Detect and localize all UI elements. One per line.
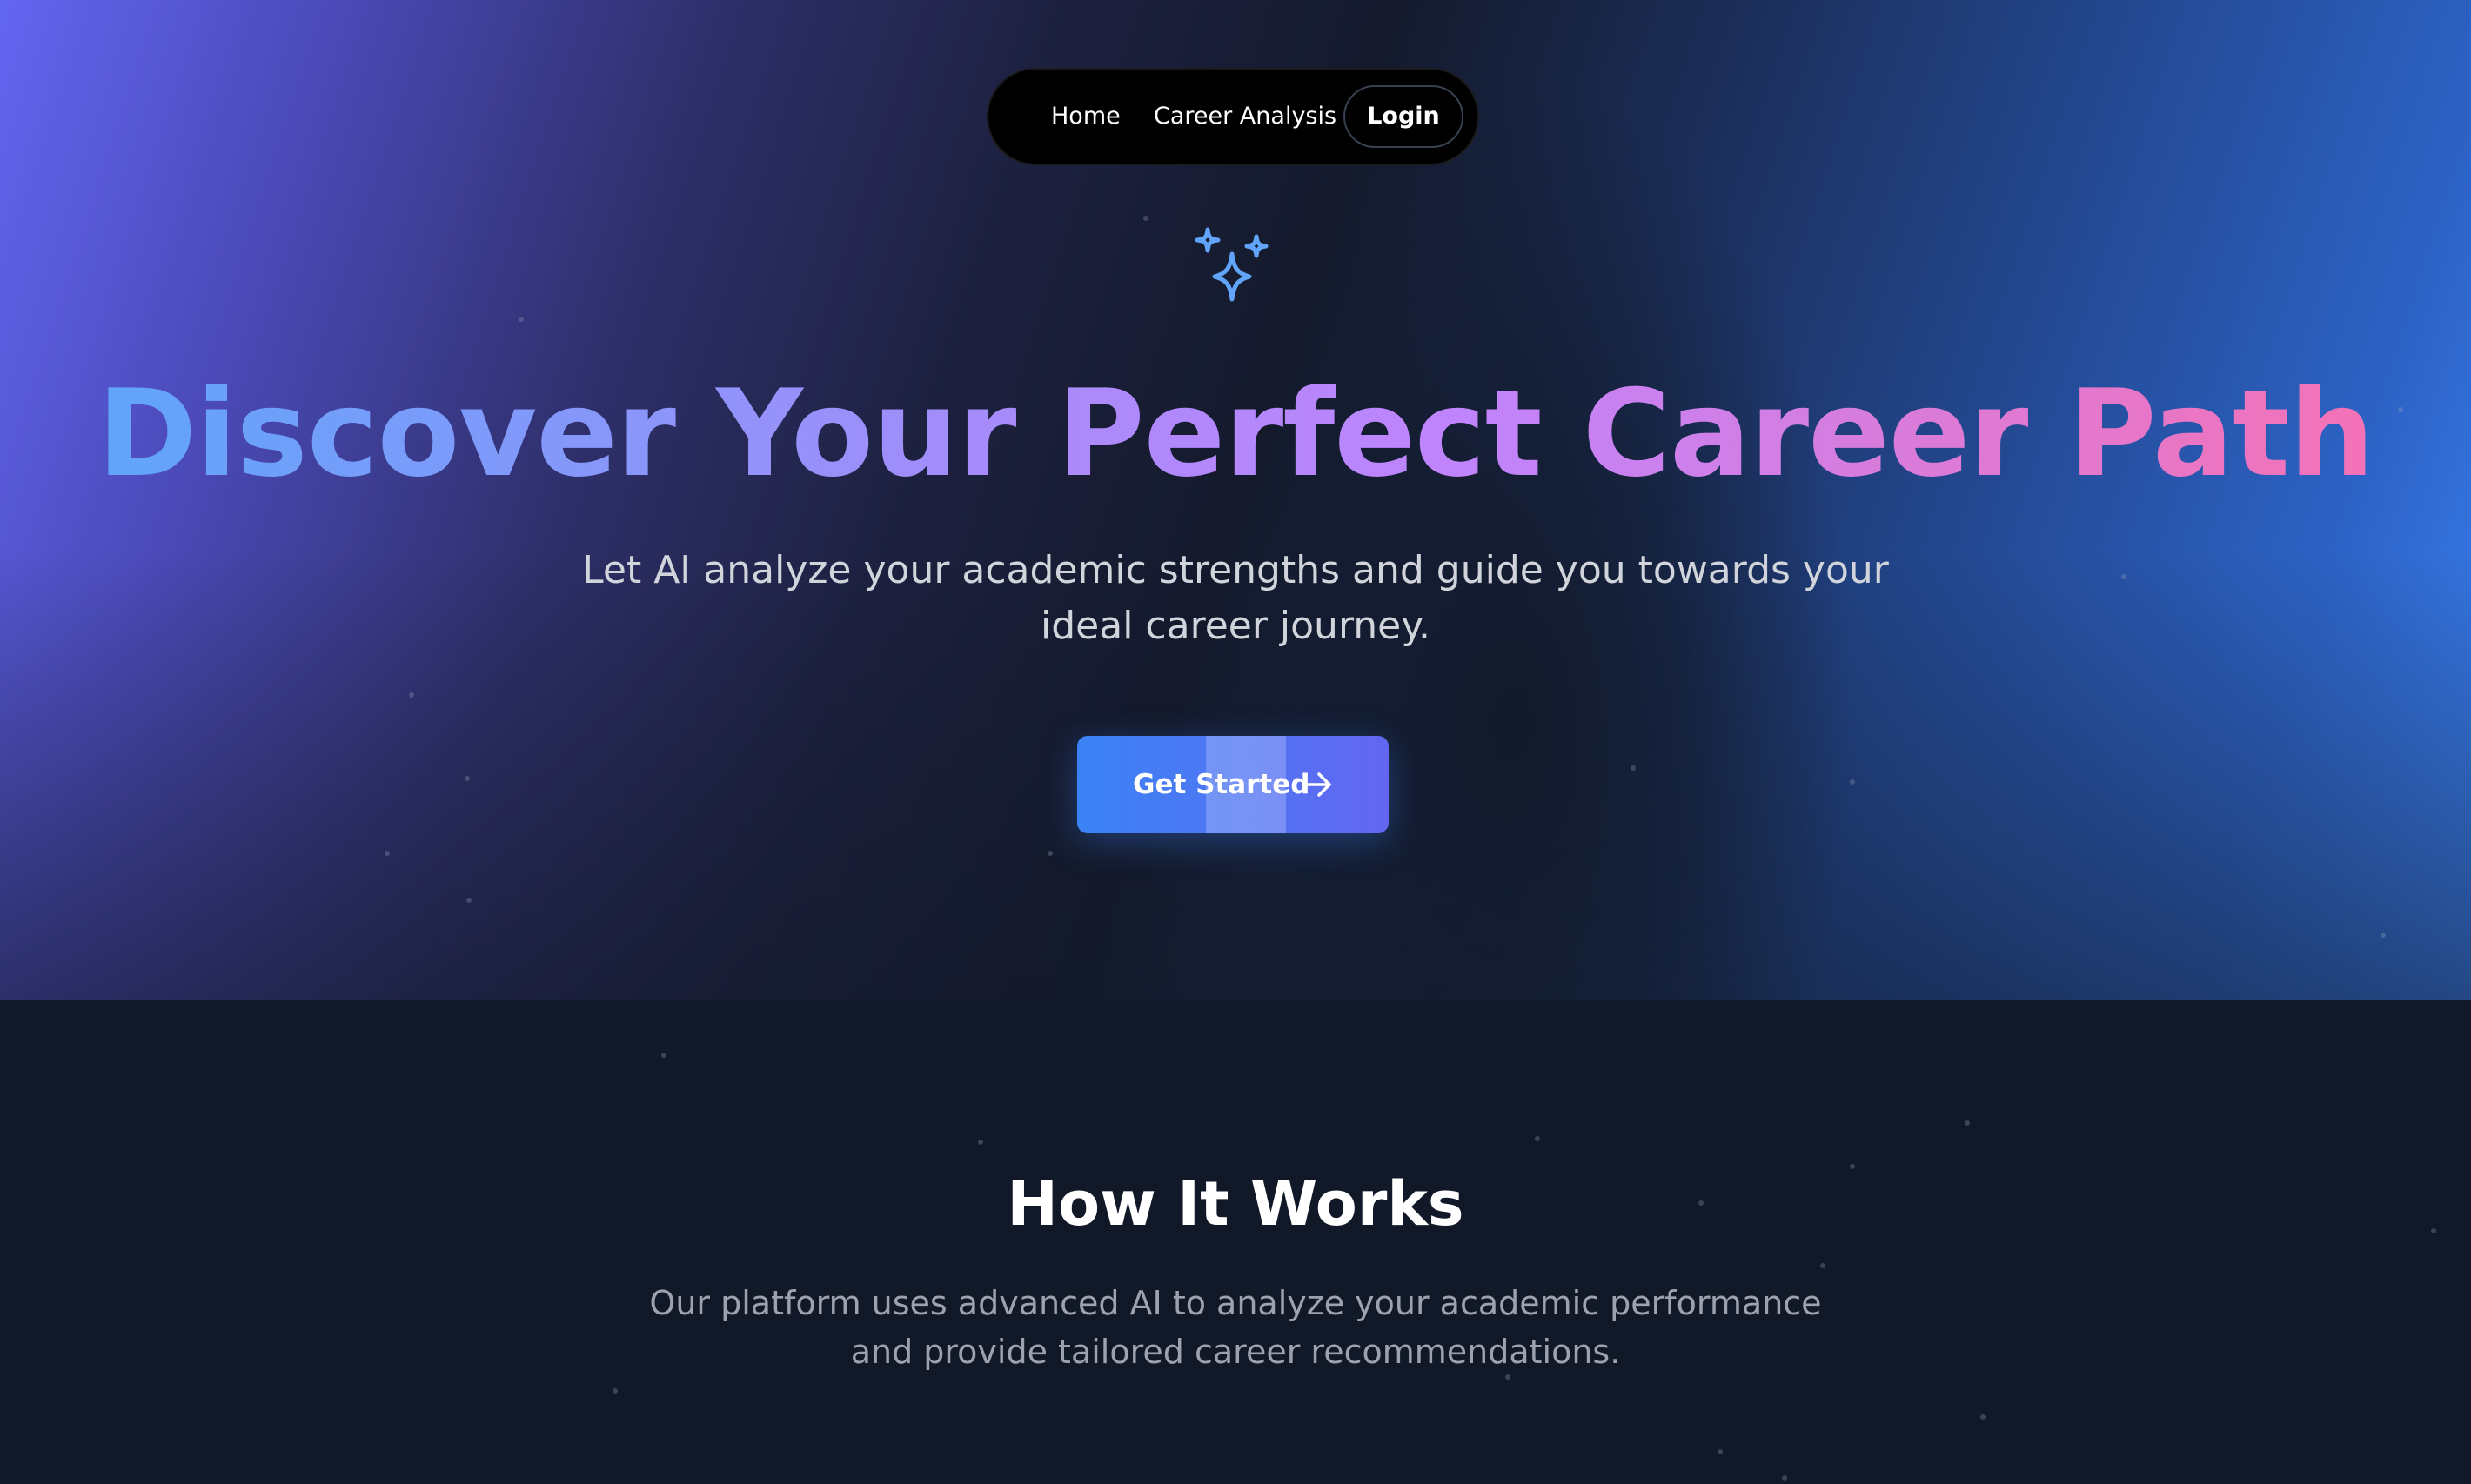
star-dot [1820, 1263, 1825, 1268]
sparkles-icon [1195, 227, 1269, 302]
nav-home-link[interactable]: Home [1051, 70, 1121, 164]
star-dot [1143, 216, 1148, 221]
get-started-button[interactable]: Get Started [1077, 736, 1389, 833]
star-dot [613, 1388, 618, 1394]
star-dot [466, 898, 472, 903]
star-dot [465, 776, 470, 781]
star-dot [385, 851, 390, 856]
login-button[interactable]: Login [1343, 85, 1463, 148]
star-dot [1631, 765, 1636, 771]
get-started-label: Get Started [1133, 769, 1310, 800]
hero-subtitle: Let AI analyze your academic strengths a… [582, 548, 1889, 648]
star-dot [661, 1053, 666, 1058]
how-it-works-description: Our platform uses advanced AI to analyze… [649, 1284, 1822, 1371]
arrow-right-icon [1302, 772, 1331, 797]
hero-title-text: Discover Your Perfect Career Path [97, 364, 2374, 504]
star-dot [2121, 574, 2126, 579]
star-dot [1535, 1136, 1540, 1141]
hero-section: Home Career Analysis Login Discover Your… [0, 0, 2471, 1000]
star-dot [1850, 779, 1855, 785]
star-dot [519, 317, 524, 322]
star-dot [1048, 851, 1053, 856]
star-dot [2381, 933, 2386, 938]
star-dot [1980, 1414, 1986, 1420]
how-it-works-title: How It Works [1007, 1168, 1464, 1240]
star-dot [1965, 1120, 1970, 1126]
star-dot [1718, 1449, 1723, 1454]
hero-title: Discover Your Perfect Career Path [0, 351, 2471, 517]
top-navbar: Home Career Analysis Login [987, 68, 1479, 165]
how-it-works-section: How It Works Our platform uses advanced … [0, 1000, 2471, 1484]
nav-career-analysis-link[interactable]: Career Analysis [1154, 70, 1336, 164]
star-dot [978, 1140, 983, 1145]
star-dot [409, 692, 414, 698]
star-dot [1782, 1475, 1787, 1481]
